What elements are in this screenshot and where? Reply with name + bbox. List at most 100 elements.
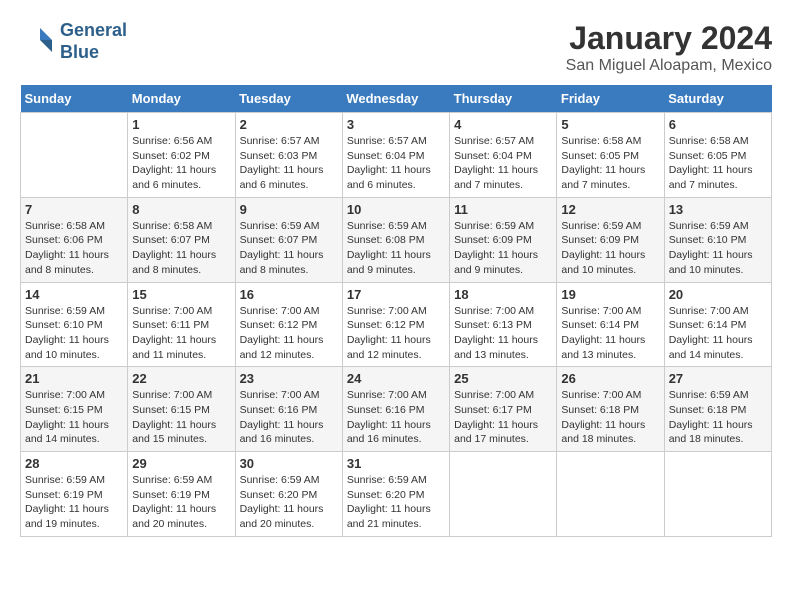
calendar-cell xyxy=(664,452,771,537)
calendar-cell: 12 Sunrise: 6:59 AMSunset: 6:09 PMDayligh… xyxy=(557,197,664,282)
day-info: Sunrise: 7:00 AMSunset: 6:14 PMDaylight:… xyxy=(561,304,659,363)
calendar-day-header: Saturday xyxy=(664,85,771,113)
day-number: 24 xyxy=(347,371,445,386)
day-number: 21 xyxy=(25,371,123,386)
calendar-day-header: Monday xyxy=(128,85,235,113)
day-number: 17 xyxy=(347,287,445,302)
calendar-cell: 28 Sunrise: 6:59 AMSunset: 6:19 PMDayligh… xyxy=(21,452,128,537)
day-info: Sunrise: 6:59 AMSunset: 6:19 PMDaylight:… xyxy=(132,473,230,532)
calendar-day-header: Sunday xyxy=(21,85,128,113)
day-number: 10 xyxy=(347,202,445,217)
calendar-day-header: Friday xyxy=(557,85,664,113)
day-info: Sunrise: 6:59 AMSunset: 6:08 PMDaylight:… xyxy=(347,219,445,278)
calendar-day-header: Tuesday xyxy=(235,85,342,113)
day-info: Sunrise: 6:59 AMSunset: 6:09 PMDaylight:… xyxy=(561,219,659,278)
calendar-cell: 13 Sunrise: 6:59 AMSunset: 6:10 PMDayligh… xyxy=(664,197,771,282)
day-info: Sunrise: 6:59 AMSunset: 6:18 PMDaylight:… xyxy=(669,388,767,447)
day-number: 13 xyxy=(669,202,767,217)
day-number: 31 xyxy=(347,456,445,471)
calendar-cell: 8 Sunrise: 6:58 AMSunset: 6:07 PMDaylight… xyxy=(128,197,235,282)
day-info: Sunrise: 6:59 AMSunset: 6:09 PMDaylight:… xyxy=(454,219,552,278)
day-number: 25 xyxy=(454,371,552,386)
day-number: 29 xyxy=(132,456,230,471)
day-number: 6 xyxy=(669,117,767,132)
calendar-cell: 21 Sunrise: 7:00 AMSunset: 6:15 PMDayligh… xyxy=(21,367,128,452)
day-number: 14 xyxy=(25,287,123,302)
calendar-cell: 29 Sunrise: 6:59 AMSunset: 6:19 PMDayligh… xyxy=(128,452,235,537)
day-info: Sunrise: 6:59 AMSunset: 6:10 PMDaylight:… xyxy=(669,219,767,278)
subtitle: San Miguel Aloapam, Mexico xyxy=(566,57,772,75)
day-number: 16 xyxy=(240,287,338,302)
day-number: 1 xyxy=(132,117,230,132)
calendar-cell: 14Sunrise: 6:59 AMSunset: 6:10 PMDayligh… xyxy=(21,282,128,367)
day-info: Sunrise: 7:00 AMSunset: 6:11 PMDaylight:… xyxy=(132,304,230,363)
day-number: 12 xyxy=(561,202,659,217)
calendar-week-row: 7 Sunrise: 6:58 AMSunset: 6:06 PMDaylight… xyxy=(21,197,772,282)
day-number: 5 xyxy=(561,117,659,132)
day-number: 19 xyxy=(561,287,659,302)
calendar-day-header: Wednesday xyxy=(342,85,449,113)
calendar-week-row: 14Sunrise: 6:59 AMSunset: 6:10 PMDayligh… xyxy=(21,282,772,367)
day-info: Sunrise: 6:59 AMSunset: 6:19 PMDaylight:… xyxy=(25,473,123,532)
day-number: 18 xyxy=(454,287,552,302)
day-number: 8 xyxy=(132,202,230,217)
calendar-cell: 18Sunrise: 7:00 AMSunset: 6:13 PMDayligh… xyxy=(450,282,557,367)
calendar-cell: 15 Sunrise: 7:00 AMSunset: 6:11 PMDayligh… xyxy=(128,282,235,367)
day-info: Sunrise: 6:59 AMSunset: 6:07 PMDaylight:… xyxy=(240,219,338,278)
day-info: Sunrise: 7:00 AMSunset: 6:16 PMDaylight:… xyxy=(240,388,338,447)
day-number: 2 xyxy=(240,117,338,132)
day-info: Sunrise: 6:58 AMSunset: 6:05 PMDaylight:… xyxy=(561,134,659,193)
day-info: Sunrise: 7:00 AMSunset: 6:15 PMDaylight:… xyxy=(25,388,123,447)
day-info: Sunrise: 6:56 AMSunset: 6:02 PMDaylight:… xyxy=(132,134,230,193)
day-info: Sunrise: 6:58 AMSunset: 6:07 PMDaylight:… xyxy=(132,219,230,278)
calendar-cell: 16 Sunrise: 7:00 AMSunset: 6:12 PMDayligh… xyxy=(235,282,342,367)
day-number: 4 xyxy=(454,117,552,132)
day-number: 15 xyxy=(132,287,230,302)
calendar-cell: 7 Sunrise: 6:58 AMSunset: 6:06 PMDaylight… xyxy=(21,197,128,282)
calendar-day-header: Thursday xyxy=(450,85,557,113)
calendar-header-row: SundayMondayTuesdayWednesdayThursdayFrid… xyxy=(21,85,772,113)
calendar-cell: 4Sunrise: 6:57 AMSunset: 6:04 PMDaylight… xyxy=(450,113,557,198)
calendar-cell xyxy=(21,113,128,198)
calendar-cell: 10 Sunrise: 6:59 AMSunset: 6:08 PMDayligh… xyxy=(342,197,449,282)
calendar-cell: 25 Sunrise: 7:00 AMSunset: 6:17 PMDayligh… xyxy=(450,367,557,452)
calendar-cell: 27Sunrise: 6:59 AMSunset: 6:18 PMDayligh… xyxy=(664,367,771,452)
logo-text: General Blue xyxy=(60,20,127,63)
day-number: 9 xyxy=(240,202,338,217)
day-info: Sunrise: 7:00 AMSunset: 6:17 PMDaylight:… xyxy=(454,388,552,447)
calendar-cell: 22Sunrise: 7:00 AMSunset: 6:15 PMDayligh… xyxy=(128,367,235,452)
day-info: Sunrise: 7:00 AMSunset: 6:12 PMDaylight:… xyxy=(240,304,338,363)
day-number: 30 xyxy=(240,456,338,471)
calendar-cell: 20Sunrise: 7:00 AMSunset: 6:14 PMDayligh… xyxy=(664,282,771,367)
day-info: Sunrise: 6:59 AMSunset: 6:20 PMDaylight:… xyxy=(240,473,338,532)
title-section: January 2024 San Miguel Aloapam, Mexico xyxy=(566,20,772,75)
day-info: Sunrise: 6:57 AMSunset: 6:04 PMDaylight:… xyxy=(347,134,445,193)
day-info: Sunrise: 7:00 AMSunset: 6:15 PMDaylight:… xyxy=(132,388,230,447)
calendar-cell: 6Sunrise: 6:58 AMSunset: 6:05 PMDaylight… xyxy=(664,113,771,198)
calendar-cell: 31Sunrise: 6:59 AMSunset: 6:20 PMDayligh… xyxy=(342,452,449,537)
day-number: 28 xyxy=(25,456,123,471)
calendar-cell: 26 Sunrise: 7:00 AMSunset: 6:18 PMDayligh… xyxy=(557,367,664,452)
calendar-week-row: 28 Sunrise: 6:59 AMSunset: 6:19 PMDayligh… xyxy=(21,452,772,537)
calendar-cell: 19 Sunrise: 7:00 AMSunset: 6:14 PMDayligh… xyxy=(557,282,664,367)
day-info: Sunrise: 7:00 AMSunset: 6:16 PMDaylight:… xyxy=(347,388,445,447)
calendar-cell: 5 Sunrise: 6:58 AMSunset: 6:05 PMDaylight… xyxy=(557,113,664,198)
calendar-cell: 30 Sunrise: 6:59 AMSunset: 6:20 PMDayligh… xyxy=(235,452,342,537)
calendar-cell xyxy=(557,452,664,537)
day-info: Sunrise: 6:58 AMSunset: 6:06 PMDaylight:… xyxy=(25,219,123,278)
day-number: 3 xyxy=(347,117,445,132)
calendar-cell xyxy=(450,452,557,537)
calendar-cell: 11Sunrise: 6:59 AMSunset: 6:09 PMDayligh… xyxy=(450,197,557,282)
calendar-week-row: 1 Sunrise: 6:56 AMSunset: 6:02 PMDaylight… xyxy=(21,113,772,198)
calendar-cell: 9 Sunrise: 6:59 AMSunset: 6:07 PMDaylight… xyxy=(235,197,342,282)
calendar-cell: 3 Sunrise: 6:57 AMSunset: 6:04 PMDaylight… xyxy=(342,113,449,198)
page-header: General Blue January 2024 San Miguel Alo… xyxy=(20,20,772,75)
day-info: Sunrise: 7:00 AMSunset: 6:18 PMDaylight:… xyxy=(561,388,659,447)
day-info: Sunrise: 7:00 AMSunset: 6:14 PMDaylight:… xyxy=(669,304,767,363)
calendar-cell: 24 Sunrise: 7:00 AMSunset: 6:16 PMDayligh… xyxy=(342,367,449,452)
main-title: January 2024 xyxy=(566,20,772,57)
day-number: 7 xyxy=(25,202,123,217)
calendar-cell: 17 Sunrise: 7:00 AMSunset: 6:12 PMDayligh… xyxy=(342,282,449,367)
day-number: 26 xyxy=(561,371,659,386)
day-info: Sunrise: 7:00 AMSunset: 6:12 PMDaylight:… xyxy=(347,304,445,363)
